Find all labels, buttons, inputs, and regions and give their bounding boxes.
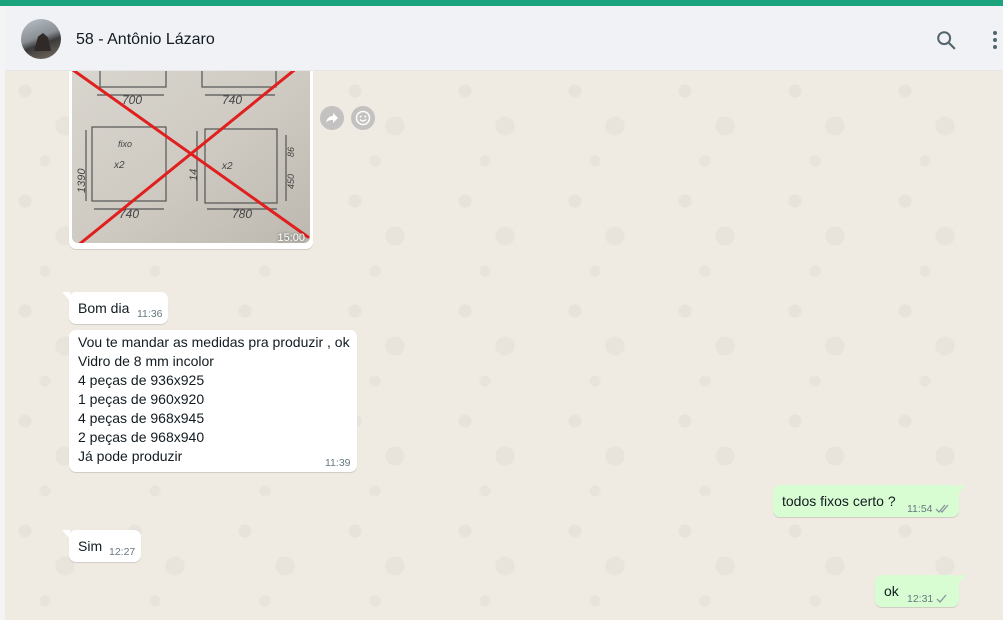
message-list[interactable]: 700 740 fixo x2 1390 740 14 x2 780 450 8… xyxy=(5,71,1003,620)
sketch-label: 450 xyxy=(286,174,296,189)
message-text: todos fixos certo ? xyxy=(782,493,896,509)
forward-icon[interactable] xyxy=(320,106,344,130)
message-bubble-incoming[interactable]: Vou te mandar as medidas pra produzir , … xyxy=(69,330,357,472)
sketch-label: 740 xyxy=(222,93,242,107)
chat-header[interactable]: 58 - Antônio Lázaro xyxy=(5,6,1003,71)
emoji-icon[interactable] xyxy=(351,106,375,130)
message-time: 11:54 xyxy=(907,503,933,515)
message-time: 11:36 xyxy=(137,308,163,320)
message-line: 4 peças de 968x945 xyxy=(78,410,205,426)
avatar[interactable] xyxy=(21,19,61,59)
message-bubble-incoming[interactable]: Bom dia 11:36 xyxy=(62,292,168,324)
message-line: Vou te mandar as medidas pra produzir , … xyxy=(78,334,350,350)
message-bubble-incoming[interactable]: Sim 12:27 xyxy=(62,530,141,562)
search-icon[interactable] xyxy=(934,28,958,52)
sketch-label: fixo xyxy=(118,139,132,149)
message-line: 2 peças de 968x940 xyxy=(78,429,205,445)
message-bubble-outgoing[interactable]: ok 12:31 xyxy=(875,575,966,607)
message-line: Já pode produzir xyxy=(78,448,183,464)
sketch-label: x2 xyxy=(113,160,125,171)
message-text: Bom dia xyxy=(78,300,130,316)
message-bubble-outgoing[interactable]: todos fixos certo ? 11:54 xyxy=(773,485,966,517)
message-text: ok xyxy=(884,583,899,599)
message-line: 4 peças de 936x925 xyxy=(78,372,205,388)
message-line: 1 peças de 960x920 xyxy=(78,391,205,407)
message-line: Vidro de 8 mm incolor xyxy=(78,353,214,369)
message-time: 12:27 xyxy=(109,546,136,558)
sketch-label: 1390 xyxy=(76,168,88,193)
image-message[interactable]: 700 740 fixo x2 1390 740 14 x2 780 450 8… xyxy=(69,71,313,249)
message-time: 12:31 xyxy=(907,593,934,605)
contact-name[interactable]: 58 - Antônio Lázaro xyxy=(76,31,215,49)
sketch-label: 14 xyxy=(188,169,200,181)
single-check-icon xyxy=(936,591,948,607)
message-text: Sim xyxy=(78,538,103,554)
sketch-label: x2 xyxy=(221,161,233,172)
message-time: 15:00 xyxy=(277,232,305,244)
message-time: 11:39 xyxy=(325,457,351,469)
double-check-icon xyxy=(935,501,951,517)
sketch-label: 780 xyxy=(232,207,252,221)
sketch-photo[interactable]: 700 740 fixo x2 1390 740 14 x2 780 450 8… xyxy=(72,71,310,243)
menu-kebab-icon[interactable] xyxy=(983,28,1003,52)
sketch-label: 700 xyxy=(122,93,142,107)
sketch-label: 86 xyxy=(286,147,296,157)
